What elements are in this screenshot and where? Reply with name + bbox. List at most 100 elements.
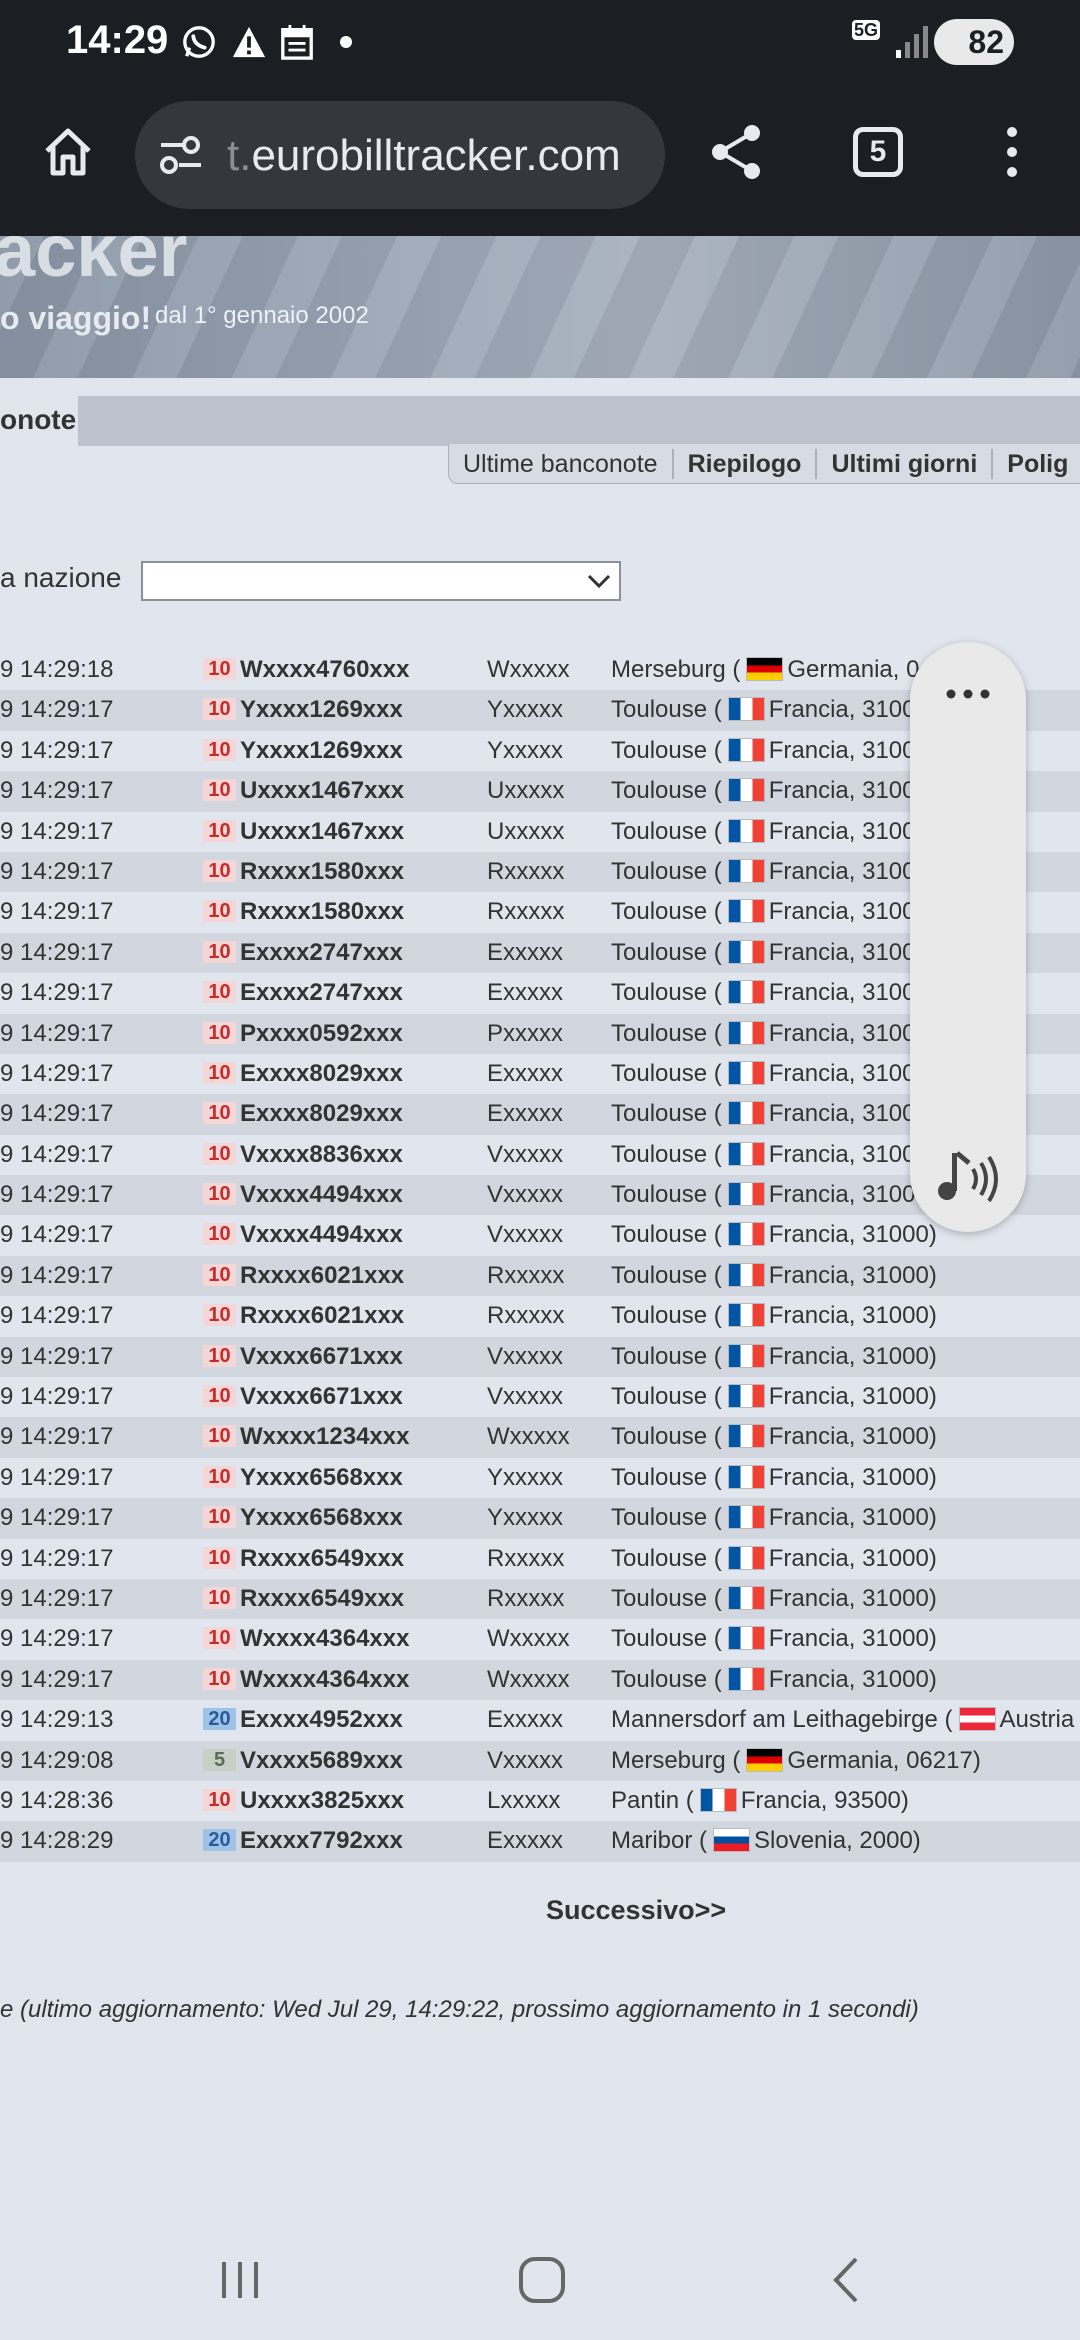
serial-number-link[interactable]: Rxxxx1580xxx: [240, 852, 404, 892]
location-country: Francia, 3100: [768, 1019, 916, 1047]
location: Toulouse (Francia, 31000): [611, 1337, 937, 1377]
serial-number-link[interactable]: Wxxxx4760xxx: [240, 650, 409, 690]
serial-number-link[interactable]: Exxxx8029xxx: [240, 1094, 403, 1134]
location-city[interactable]: Mannersdorf am Leithagebirge (: [611, 1706, 953, 1733]
site-logo-text[interactable]: acker: [0, 236, 187, 293]
tab-ultimi-giorni[interactable]: Ultimi giorni: [817, 448, 994, 479]
serial-number-link[interactable]: Vxxxx5689xxx: [240, 1741, 403, 1781]
printer-code: Lxxxxx: [487, 1786, 561, 1814]
floating-more-button[interactable]: [928, 654, 1008, 734]
denomination-icon: 10: [203, 859, 236, 882]
location-country: Francia, 3100: [768, 1100, 916, 1128]
location-city[interactable]: Toulouse (: [611, 1585, 722, 1612]
serial-number-link[interactable]: Rxxxx6549xxx: [240, 1579, 404, 1619]
recents-button[interactable]: [200, 2250, 280, 2310]
location-country: Francia, 31000): [768, 1625, 937, 1653]
tab-ultime-banconote[interactable]: Ultime banconote: [449, 448, 674, 479]
serial-number-link[interactable]: Yxxxx1269xxx: [240, 731, 403, 771]
serial-number-link[interactable]: Vxxxx6671xxx: [240, 1377, 403, 1417]
serial-number-link[interactable]: Wxxxx4364xxx: [240, 1619, 409, 1659]
location-city[interactable]: Toulouse (: [611, 898, 722, 925]
country-select[interactable]: [141, 561, 621, 601]
printer-code: Uxxxxx: [487, 817, 565, 845]
location-city[interactable]: Merseburg (: [611, 656, 740, 683]
serial-number-link[interactable]: Wxxxx4364xxx: [240, 1660, 409, 1700]
serial-number-link[interactable]: Exxxx7792xxx: [240, 1821, 403, 1861]
location-city[interactable]: Toulouse (: [611, 1343, 722, 1370]
tabs-button[interactable]: 5: [838, 112, 918, 192]
denomination-icon: 20: [203, 1708, 236, 1731]
site-settings-icon[interactable]: [157, 133, 205, 177]
location-country: Francia, 31000): [768, 1423, 937, 1451]
menu-button[interactable]: [972, 112, 1052, 192]
location-city[interactable]: Merseburg (: [611, 1747, 740, 1774]
home-button[interactable]: [28, 112, 108, 192]
table-row: 9 14:28:36 10 Uxxxx3825xxx Lxxxxx Pantin (Fr…: [0, 1781, 1080, 1821]
serial-number-link[interactable]: Rxxxx6021xxx: [240, 1296, 404, 1336]
url-text[interactable]: t.eurobilltracker.com: [227, 131, 621, 181]
location-city[interactable]: Toulouse (: [611, 939, 722, 966]
browser-toolbar: t.eurobilltracker.com 5: [0, 84, 1080, 236]
country-flag-icon: [727, 1303, 765, 1328]
serial-number-link[interactable]: Yxxxx1269xxx: [240, 690, 403, 730]
location-city[interactable]: Toulouse (: [611, 1100, 722, 1127]
location-city[interactable]: Toulouse (: [611, 1545, 722, 1572]
location-city[interactable]: Toulouse (: [611, 979, 722, 1006]
location-city[interactable]: Toulouse (: [611, 818, 722, 845]
location-city[interactable]: Toulouse (: [611, 737, 722, 764]
serial-number-link[interactable]: Vxxxx8836xxx: [240, 1135, 403, 1175]
location-city[interactable]: Toulouse (: [611, 696, 722, 723]
denomination-icon: 10: [203, 1223, 236, 1246]
tab-poligoni[interactable]: Polig: [993, 449, 1080, 479]
location-city[interactable]: Toulouse (: [611, 858, 722, 885]
location-city[interactable]: Toulouse (: [611, 1262, 722, 1289]
location-city[interactable]: Toulouse (: [611, 1302, 722, 1329]
back-button[interactable]: [806, 2250, 886, 2310]
location-city[interactable]: Toulouse (: [611, 1504, 722, 1531]
table-row: 9 14:29:17 10 Vxxxx6671xxx Vxxxxx Toulouse (…: [0, 1336, 1080, 1378]
serial-number-link[interactable]: Uxxxx3825xxx: [240, 1781, 404, 1821]
read-aloud-button[interactable]: [928, 1134, 1008, 1214]
location-city[interactable]: Toulouse (: [611, 1060, 722, 1087]
table-row: 9 14:29:17 10 Yxxxx6568xxx Yxxxxx Toulouse (…: [0, 1458, 1080, 1498]
serial-number-link[interactable]: Exxxx2747xxx: [240, 933, 403, 973]
address-bar[interactable]: t.eurobilltracker.com: [135, 101, 665, 209]
serial-number-link[interactable]: Uxxxx1467xxx: [240, 812, 404, 852]
location-city[interactable]: Toulouse (: [611, 1020, 722, 1047]
location-city[interactable]: Toulouse (: [611, 1666, 722, 1693]
location-city[interactable]: Toulouse (: [611, 1423, 722, 1450]
location-city[interactable]: Toulouse (: [611, 1625, 722, 1652]
tab-riepilogo[interactable]: Riepilogo: [674, 448, 818, 479]
serial-number-link[interactable]: Rxxxx1580xxx: [240, 892, 404, 932]
location-country: Francia, 31000): [768, 1504, 937, 1532]
serial-number-link[interactable]: Vxxxx6671xxx: [240, 1337, 403, 1377]
serial-number-link[interactable]: Rxxxx6021xxx: [240, 1256, 404, 1296]
location-city[interactable]: Toulouse (: [611, 777, 722, 804]
location-city[interactable]: Toulouse (: [611, 1181, 722, 1208]
home-nav-button[interactable]: [502, 2250, 582, 2310]
location-city[interactable]: Toulouse (: [611, 1221, 722, 1248]
serial-number-link[interactable]: Exxxx2747xxx: [240, 973, 403, 1013]
location-city[interactable]: Toulouse (: [611, 1141, 722, 1168]
share-button[interactable]: [697, 112, 777, 192]
dot-icon: [340, 36, 352, 48]
serial-number-link[interactable]: Rxxxx6549xxx: [240, 1539, 404, 1579]
row-timestamp: 9 14:28:36: [0, 1786, 114, 1814]
next-page-link[interactable]: Successivo>>: [546, 1895, 726, 1926]
serial-number-link[interactable]: Vxxxx4494xxx: [240, 1215, 403, 1255]
serial-number-link[interactable]: Pxxxx0592xxx: [240, 1014, 403, 1054]
serial-number-link[interactable]: Vxxxx4494xxx: [240, 1175, 403, 1215]
printer-code: Rxxxxx: [487, 1302, 565, 1330]
serial-number-link[interactable]: Wxxxx1234xxx: [240, 1417, 409, 1457]
serial-number-link[interactable]: Yxxxx6568xxx: [240, 1498, 403, 1538]
status-time: 14:29: [66, 18, 169, 62]
location-city[interactable]: Toulouse (: [611, 1383, 722, 1410]
serial-number-link[interactable]: Yxxxx6568xxx: [240, 1458, 403, 1498]
serial-number-link[interactable]: Uxxxx1467xxx: [240, 771, 404, 811]
location-city[interactable]: Pantin (: [611, 1787, 694, 1814]
serial-number-link[interactable]: Exxxx4952xxx: [240, 1700, 403, 1740]
serial-number-link[interactable]: Exxxx8029xxx: [240, 1054, 403, 1094]
location-city[interactable]: Toulouse (: [611, 1464, 722, 1491]
location-city[interactable]: Maribor (: [611, 1827, 707, 1854]
floating-toolbar: [910, 642, 1026, 1232]
